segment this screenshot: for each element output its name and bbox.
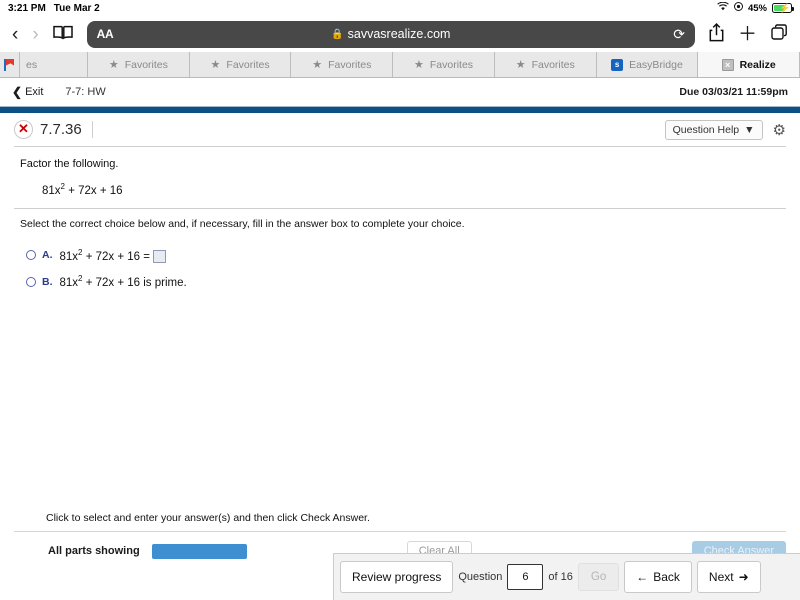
exit-button[interactable]: ❮ Exit: [12, 85, 43, 99]
tab-label: Favorites: [124, 58, 168, 71]
tab-label: es: [26, 58, 38, 71]
choice-text: 81x2 + 72x + 16 is prime.: [60, 274, 187, 289]
wifi-icon: [717, 1, 729, 14]
question-expression: 81x2 + 72x + 16: [42, 182, 786, 197]
next-button[interactable]: Next ➜: [696, 561, 761, 593]
url-display: 🔒 savvasrealize.com: [87, 27, 695, 41]
url-text: savvasrealize.com: [347, 27, 451, 41]
status-date: Tue Mar 2: [53, 2, 100, 14]
text-size-button[interactable]: AA: [97, 27, 114, 41]
choice-text-base: 81x: [59, 276, 79, 289]
choice-text-rest: + 72x + 16 =: [82, 250, 150, 263]
status-time: 3:21 PM: [8, 2, 46, 14]
choice-text-rest: + 72x + 16 is prime.: [82, 276, 187, 289]
chevron-down-icon: ▼: [744, 123, 755, 136]
tab-item-realize[interactable]: × Realize: [698, 52, 800, 77]
ios-status-bar: 3:21 PM Tue Mar 2 45% ⚡: [0, 0, 800, 16]
question-total-label: of 16: [548, 571, 573, 583]
due-date: Due 03/03/21 11:59pm: [679, 86, 788, 98]
answer-input-box[interactable]: [152, 250, 166, 264]
back-chevron-icon[interactable]: ‹: [12, 25, 18, 44]
battery-icon: ⚡: [772, 3, 794, 13]
parts-progress-bar[interactable]: [151, 543, 247, 559]
back-chevron-icon: ❮: [12, 85, 23, 99]
question-number-input[interactable]: 6: [507, 564, 544, 590]
tab-label: Realize: [739, 58, 776, 71]
star-icon: ★: [312, 59, 323, 71]
choice-list: A. 81x2 + 72x + 16 = B. 81x2 + 72x + 16 …: [26, 248, 786, 289]
bottom-navigation-bar: Review progress Question 6 of 16 Go ← Ba…: [333, 553, 800, 600]
question-instruction: Select the correct choice below and, if …: [20, 217, 465, 230]
footer-divider: [14, 531, 786, 532]
close-icon[interactable]: ×: [721, 58, 734, 71]
gear-icon[interactable]: ⚙: [773, 121, 786, 139]
expression-rest: + 72x + 16: [65, 184, 123, 197]
footer-hint: Click to select and enter your answer(s)…: [46, 512, 370, 524]
plus-icon[interactable]: ＋: [738, 25, 757, 44]
back-button[interactable]: ← Back: [624, 561, 692, 593]
tab-item[interactable]: [0, 52, 20, 77]
question-header: ✕ 7.7.36 Question Help ▼ ⚙: [14, 113, 786, 147]
question-label: Question: [458, 571, 503, 583]
forward-chevron-icon[interactable]: ›: [32, 25, 38, 44]
radio-button[interactable]: [26, 276, 36, 287]
choice-letter: A.: [42, 249, 53, 262]
flag-favicon: [4, 58, 15, 71]
brand-band: [0, 106, 800, 113]
question-help-label: Question Help: [672, 123, 740, 136]
question-help-button[interactable]: Question Help ▼: [664, 119, 763, 140]
next-label: Next: [708, 570, 734, 584]
all-parts-label: All parts showing: [48, 545, 140, 557]
location-icon: [733, 2, 743, 14]
tab-strip: es ★ Favorites ★ Favorites ★ Favorites ★…: [0, 52, 800, 78]
back-label: Back: [653, 570, 680, 584]
app-header: ❮ Exit 7-7: HW Due 03/03/21 11:59pm: [0, 78, 800, 106]
book-icon[interactable]: [52, 25, 73, 44]
lock-icon: 🔒: [331, 28, 344, 40]
tab-item[interactable]: ★ Favorites: [291, 52, 394, 77]
question-navigator: Question 6 of 16 Go: [458, 563, 620, 591]
choice-letter: B.: [42, 275, 53, 288]
tab-label: Favorites: [531, 58, 575, 71]
tab-item-easybridge[interactable]: s EasyBridge: [596, 52, 699, 77]
choice-option-b[interactable]: B. 81x2 + 72x + 16 is prime.: [26, 274, 786, 289]
tab-item[interactable]: ★ Favorites: [88, 52, 190, 77]
question-panel: ✕ 7.7.36 Question Help ▼ ⚙ Factor the fo…: [0, 113, 800, 289]
address-bar[interactable]: AA 🔒 savvasrealize.com ⟳: [86, 20, 695, 48]
safari-toolbar: ‹ › AA 🔒 savvasrealize.com ⟳ ＋: [0, 16, 800, 52]
ipad-safari-window: 3:21 PM Tue Mar 2 45% ⚡ ‹ › AA 🔒 savvasr…: [0, 0, 800, 600]
easybridge-favicon: s: [611, 58, 624, 71]
error-x-icon: ✕: [14, 120, 33, 139]
tabs-icon[interactable]: [771, 23, 788, 45]
right-arrow-icon: ➜: [738, 570, 749, 584]
star-icon: ★: [210, 59, 221, 71]
tab-label: Favorites: [226, 58, 270, 71]
tab-item[interactable]: ★ Favorites: [189, 52, 292, 77]
star-icon: ★: [515, 59, 526, 71]
star-icon: ★: [413, 59, 424, 71]
tab-item[interactable]: ★ Favorites: [494, 52, 597, 77]
reload-icon[interactable]: ⟳: [673, 26, 685, 43]
tab-label: Favorites: [328, 58, 372, 71]
choice-option-a[interactable]: A. 81x2 + 72x + 16 =: [26, 248, 786, 264]
star-icon: ★: [108, 59, 119, 71]
exit-label: Exit: [25, 86, 44, 98]
expression-base: 81x: [42, 184, 61, 197]
tab-label: EasyBridge: [629, 58, 683, 71]
assignment-title: 7-7: HW: [65, 86, 106, 98]
left-arrow-icon: ←: [636, 570, 649, 584]
choice-text-base: 81x: [59, 250, 79, 263]
tab-item[interactable]: es: [20, 52, 88, 77]
tab-label: Favorites: [429, 58, 474, 71]
choice-text: 81x2 + 72x + 16 =: [59, 248, 166, 264]
divider: [14, 207, 786, 209]
review-progress-button[interactable]: Review progress: [340, 561, 454, 593]
go-button[interactable]: Go: [577, 563, 620, 591]
radio-button[interactable]: [26, 250, 36, 261]
share-icon[interactable]: [709, 22, 724, 46]
battery-percent: 45%: [747, 2, 767, 14]
question-number: 7.7.36: [40, 121, 93, 138]
tab-item[interactable]: ★ Favorites: [393, 52, 495, 77]
question-prompt: Factor the following.: [20, 158, 119, 170]
